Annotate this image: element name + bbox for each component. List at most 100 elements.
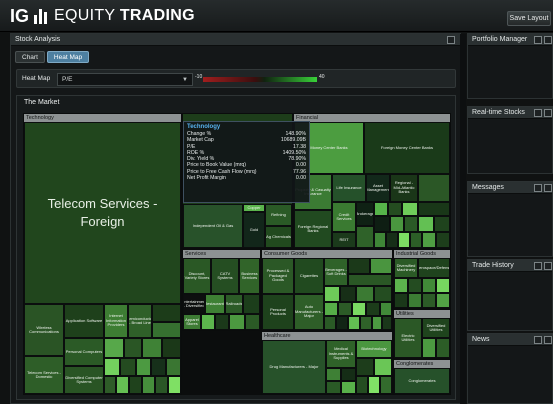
- cell-svc-small[interactable]: [215, 314, 229, 330]
- cell-cg-small[interactable]: [348, 316, 360, 330]
- cell-beverages-soft[interactable]: Beverages - Soft Drinks: [324, 258, 348, 286]
- cell-conglomerates[interactable]: Conglomerates: [394, 368, 450, 394]
- cell-tech-small[interactable]: [129, 376, 142, 394]
- sector-technology[interactable]: Technology Telecom Services - Foreign Wi…: [23, 113, 182, 395]
- cell-ind-small[interactable]: [408, 293, 422, 308]
- cell-discount-variety[interactable]: Discount, Variety Stores: [183, 258, 211, 294]
- cell-hc-small[interactable]: [341, 368, 356, 381]
- cell-cg-small[interactable]: [348, 258, 370, 274]
- cell-tech-small[interactable]: [136, 358, 151, 376]
- cell-fin-small[interactable]: [410, 232, 422, 248]
- cell-internet-info[interactable]: Internet Information Providers: [104, 304, 128, 338]
- cell-personal-products[interactable]: Personal Products: [262, 294, 294, 330]
- maximize-icon[interactable]: [544, 109, 552, 117]
- cell-hc-small[interactable]: [326, 368, 341, 381]
- cell-copper[interactable]: Copper: [243, 204, 265, 212]
- cell-catv-systems[interactable]: CATV Systems: [211, 258, 239, 294]
- cell-personal-computers[interactable]: Personal Computers: [64, 338, 104, 366]
- cell-tech-small[interactable]: [104, 338, 124, 358]
- cell-railroads[interactable]: Railroads: [225, 294, 243, 314]
- cell-fin-small[interactable]: [434, 216, 450, 232]
- cell-diversified-computer[interactable]: Diversified Computer Systems: [64, 366, 104, 394]
- cell-hc-small[interactable]: [341, 381, 356, 394]
- cell-tech-small[interactable]: [116, 376, 129, 394]
- cell-wireless[interactable]: Wireless Communications: [24, 304, 64, 356]
- cell-fin-small[interactable]: [436, 232, 450, 248]
- cell-cg-small[interactable]: [352, 302, 366, 316]
- cell-tech-small[interactable]: [104, 376, 116, 394]
- cell-cg-small[interactable]: [324, 286, 340, 302]
- sector-conglomerates[interactable]: Conglomerates Conglomerates: [393, 359, 451, 395]
- cell-cg-small[interactable]: [336, 316, 348, 330]
- cell-cg-small[interactable]: [348, 274, 392, 286]
- cell-cg-small[interactable]: [360, 316, 372, 330]
- cell-hc-small[interactable]: [368, 376, 380, 394]
- cell-hc-small[interactable]: [356, 376, 368, 394]
- cell-auto-manufacturers[interactable]: Auto Manufacturers - Major: [294, 294, 324, 330]
- cell-fin-small[interactable]: [402, 202, 418, 216]
- cell-fin-small[interactable]: [388, 202, 402, 216]
- cell-svc-small[interactable]: [229, 314, 245, 330]
- sector-industrial-goods[interactable]: Industrial Goods Diversified Machinery A…: [393, 249, 451, 309]
- sector-consumer-goods[interactable]: Consumer Goods Processed & Packaged Good…: [261, 249, 393, 331]
- sector-services[interactable]: Services Discount, Variety Stores CATV S…: [182, 249, 261, 331]
- cell-app-software[interactable]: Application Software: [64, 304, 104, 338]
- tab-heat-map[interactable]: Heat Map: [46, 51, 90, 63]
- popout-icon[interactable]: [534, 36, 542, 44]
- cell-tech-small[interactable]: [142, 338, 162, 358]
- cell-business-services[interactable]: Business Services: [239, 258, 260, 294]
- cell-ind-small[interactable]: [422, 278, 436, 293]
- cell-reit[interactable]: REIT: [332, 232, 356, 248]
- popout-icon[interactable]: [534, 262, 542, 270]
- cell-gold[interactable]: Gold: [243, 212, 265, 248]
- sector-healthcare[interactable]: Healthcare Drug Manufacturers - Major Me…: [261, 331, 393, 395]
- cell-util-small[interactable]: [422, 338, 436, 358]
- cell-cg-small[interactable]: [374, 286, 392, 302]
- cell-foreign-money-center[interactable]: Foreign Money Center Banks: [364, 122, 450, 174]
- cell-refining[interactable]: Refining: [265, 204, 292, 226]
- popout-icon[interactable]: [534, 184, 542, 192]
- cell-fin-small[interactable]: [374, 232, 386, 248]
- cell-cg-small[interactable]: [370, 258, 392, 274]
- cell-diversified-utilities[interactable]: Diversified Utilities: [422, 318, 450, 338]
- cell-cg-small[interactable]: [380, 302, 392, 316]
- cell-fin-small[interactable]: [418, 202, 450, 216]
- cell-fin-small[interactable]: [374, 202, 388, 216]
- cell-fin-small[interactable]: [386, 232, 398, 248]
- popout-icon[interactable]: [534, 336, 542, 344]
- maximize-icon[interactable]: [447, 36, 455, 44]
- cell-fin-small[interactable]: [398, 232, 410, 248]
- cell-tech-small[interactable]: [168, 376, 181, 394]
- cell-telecom-domestic[interactable]: Telecom Services - Domestic: [24, 356, 64, 394]
- cell-foreign-regional[interactable]: Foreign Regional Banks: [294, 210, 332, 248]
- cell-hc-small[interactable]: [356, 358, 374, 376]
- cell-entertainment-diversified[interactable]: Entertainment - Diversified: [183, 294, 205, 314]
- maximize-icon[interactable]: [544, 184, 552, 192]
- cell-credit-services[interactable]: Credit Services: [332, 202, 356, 232]
- cell-processed-packaged[interactable]: Processed & Packaged Goods: [262, 258, 294, 294]
- cell-brokerage[interactable]: Brokerage: [356, 202, 374, 226]
- cell-semiconductor[interactable]: Semiconductor - Broad Line: [128, 304, 152, 338]
- cell-aerospace[interactable]: Aerospace/Defense: [418, 258, 450, 278]
- cell-svc-small[interactable]: [245, 314, 260, 330]
- tab-chart[interactable]: Chart: [15, 51, 45, 63]
- maximize-icon[interactable]: [544, 36, 552, 44]
- cell-cg-small[interactable]: [338, 302, 352, 316]
- cell-util-small[interactable]: [436, 338, 450, 358]
- popout-icon[interactable]: [534, 109, 542, 117]
- cell-svc-small[interactable]: [201, 314, 215, 330]
- cell-tech-small[interactable]: [104, 358, 120, 376]
- cell-tech-small[interactable]: [124, 338, 142, 358]
- cell-fin-small[interactable]: [418, 216, 434, 232]
- cell-cg-small[interactable]: [324, 302, 338, 316]
- cell-cg-small[interactable]: [372, 316, 382, 330]
- cell-fin-small[interactable]: [356, 226, 374, 248]
- cell-hc-small[interactable]: [326, 381, 341, 394]
- cell-tech-small[interactable]: [152, 304, 181, 322]
- cell-hc-small[interactable]: [374, 358, 392, 376]
- cell-tech-small[interactable]: [166, 358, 181, 376]
- cell-drug-manufacturers[interactable]: Drug Manufacturers - Major: [262, 340, 326, 394]
- cell-tech-small[interactable]: [142, 376, 155, 394]
- cell-ind-small[interactable]: [422, 293, 436, 308]
- cell-tech-small[interactable]: [152, 322, 181, 338]
